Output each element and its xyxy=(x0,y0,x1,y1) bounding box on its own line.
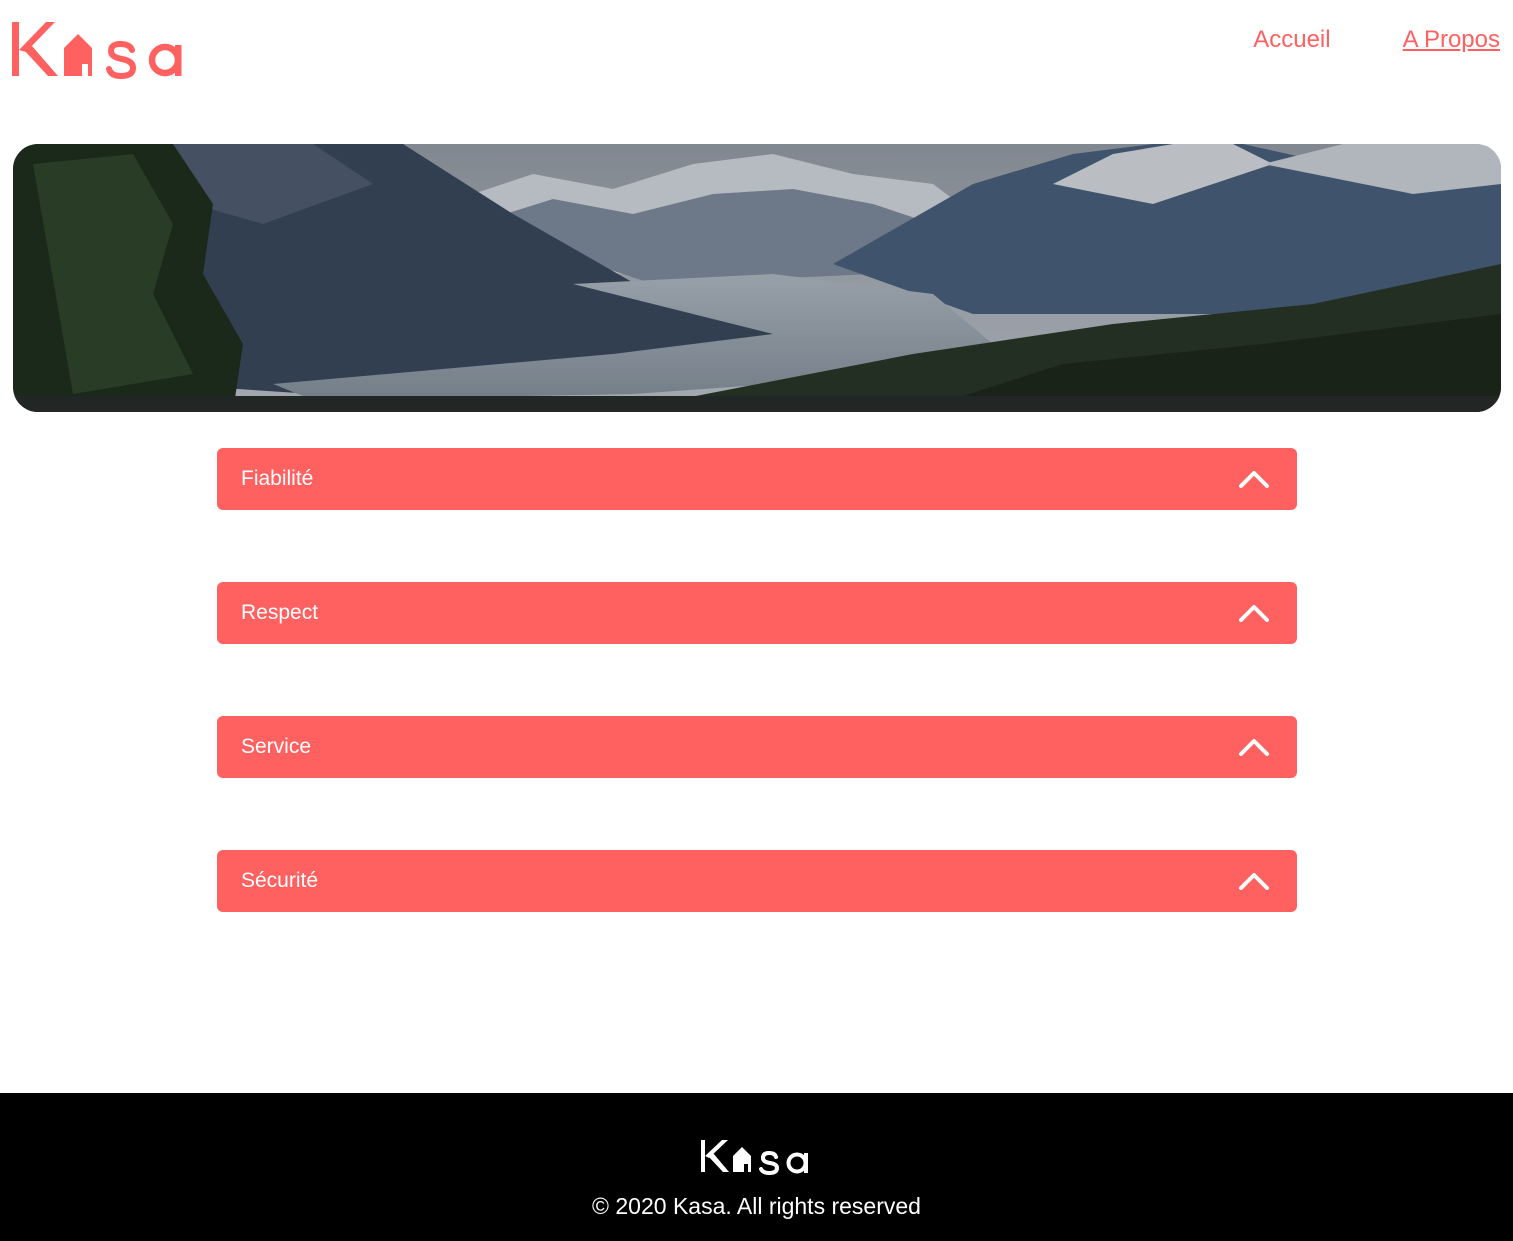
footer-logo-graphic xyxy=(701,1140,808,1176)
about-banner-image xyxy=(13,144,1501,412)
chevron-up-icon[interactable] xyxy=(1237,732,1271,762)
nav-link-a-propos[interactable]: A Propos xyxy=(1403,26,1500,54)
mountain-landscape-illustration xyxy=(13,144,1501,412)
collapse-title: Service xyxy=(241,735,312,758)
collapse-title: Respect xyxy=(241,601,319,624)
collapse-title: Fiabilité xyxy=(241,467,314,490)
chevron-up-icon[interactable] xyxy=(1237,598,1271,628)
header: Accueil A Propos xyxy=(0,0,1513,110)
collapse-service[interactable]: Service xyxy=(217,716,1297,778)
nav-link-accueil[interactable]: Accueil xyxy=(1253,26,1330,54)
page: Accueil A Propos Fiabilité Respect Servi… xyxy=(0,0,1513,1241)
values-collapse-list: Fiabilité Respect Service Sécurité xyxy=(217,448,1297,984)
collapse-title: Sécurité xyxy=(241,869,319,892)
footer-copyright: © 2020 Kasa. All rights reserved xyxy=(592,1193,921,1219)
footer: © 2020 Kasa. All rights reserved xyxy=(0,1093,1513,1241)
chevron-up-icon[interactable] xyxy=(1237,866,1271,896)
collapse-respect[interactable]: Respect xyxy=(217,582,1297,644)
collapse-fiabilite[interactable]: Fiabilité xyxy=(217,448,1297,510)
kasa-logo[interactable] xyxy=(12,20,192,80)
main-nav: Accueil A Propos xyxy=(1253,26,1500,54)
kasa-logo-graphic xyxy=(12,22,182,80)
chevron-up-icon[interactable] xyxy=(1237,464,1271,494)
footer-kasa-logo xyxy=(700,1136,815,1178)
collapse-securite[interactable]: Sécurité xyxy=(217,850,1297,912)
